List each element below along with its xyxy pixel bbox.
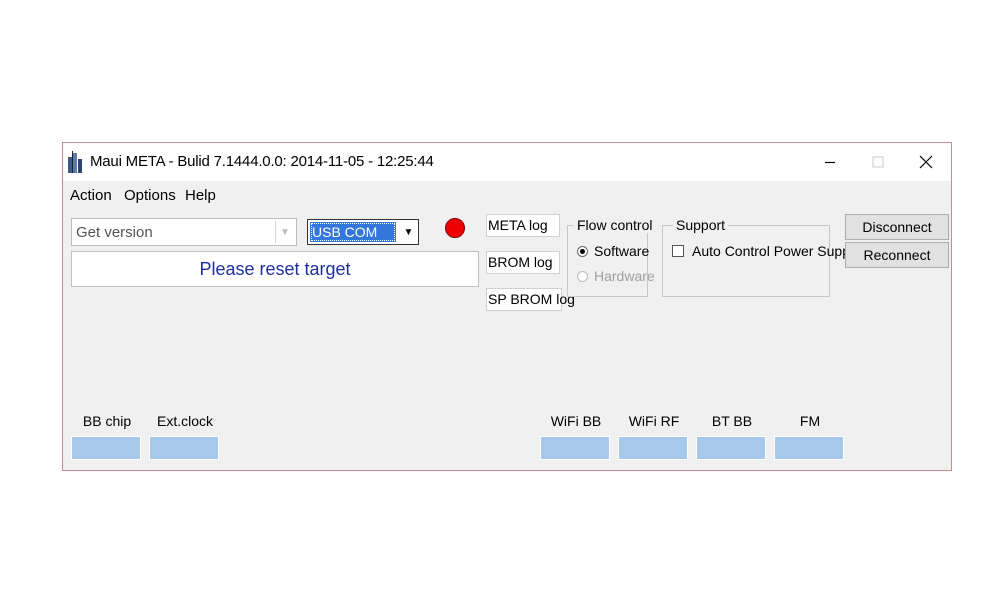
status-message-box: Please reset target <box>71 251 479 287</box>
wifi-bb-field <box>540 436 610 460</box>
minimize-button[interactable] <box>810 147 850 177</box>
auto-control-power-supply-checkbox[interactable]: Auto Control Power Supply <box>672 243 860 259</box>
function-select-value: Get version <box>76 224 153 241</box>
checkbox-indicator <box>672 245 684 257</box>
main-window: Maui META - Bulid 7.1444.0.0: 2014-11-05… <box>62 142 952 471</box>
chevron-down-icon: ▼ <box>403 226 414 238</box>
radio-hardware-label: Hardware <box>594 268 655 284</box>
disconnect-button[interactable]: Disconnect <box>845 214 949 240</box>
bb-chip-field <box>71 436 141 460</box>
radio-software-label: Software <box>594 243 650 259</box>
fm-label: FM <box>799 413 821 429</box>
menu-options[interactable]: Options <box>124 187 176 204</box>
ext-clock-field <box>149 436 219 460</box>
wifi-rf-label: WiFi RF <box>628 413 680 429</box>
close-icon <box>919 155 933 169</box>
sp-brom-log-button[interactable]: SP BROM log <box>486 288 575 311</box>
auto-control-power-supply-label: Auto Control Power Supply <box>692 243 861 259</box>
support-group: Support Auto Control Power Supply <box>662 217 860 297</box>
support-title: Support <box>673 217 729 233</box>
minimize-icon <box>825 161 835 164</box>
port-select-value: USB COM <box>310 222 396 242</box>
maximize-icon <box>872 156 884 168</box>
menu-action[interactable]: Action <box>70 187 112 204</box>
chevron-down-icon: ▼ <box>275 221 294 243</box>
radio-hardware-indicator <box>577 270 588 282</box>
function-select[interactable]: Get version ▼ <box>71 218 297 246</box>
status-message: Please reset target <box>199 259 351 279</box>
reconnect-button[interactable]: Reconnect <box>845 242 949 268</box>
radio-software[interactable]: Software <box>577 243 649 259</box>
window-title: Maui META - Bulid 7.1444.0.0: 2014-11-05… <box>90 153 434 170</box>
bb-chip-label: BB chip <box>82 413 132 429</box>
brom-log-button[interactable]: BROM log <box>486 251 560 274</box>
fm-field <box>774 436 844 460</box>
status-indicator-icon <box>445 218 465 238</box>
flow-control-group: Flow control Software Hardware <box>567 217 656 297</box>
bt-bb-label: BT BB <box>711 413 753 429</box>
maximize-button[interactable] <box>858 147 898 177</box>
title-bar: Maui META - Bulid 7.1444.0.0: 2014-11-05… <box>63 143 951 181</box>
radio-hardware: Hardware <box>577 268 655 284</box>
meta-log-button[interactable]: META log <box>486 214 560 237</box>
port-select[interactable]: USB COM ▼ <box>307 219 419 245</box>
menu-bar: Action Options Help <box>63 182 951 208</box>
wifi-rf-field <box>618 436 688 460</box>
app-icon <box>68 151 82 173</box>
bt-bb-field <box>696 436 766 460</box>
menu-help[interactable]: Help <box>185 187 216 204</box>
ext-clock-label: Ext.clock <box>156 413 213 429</box>
close-button[interactable] <box>906 147 946 177</box>
flow-control-title: Flow control <box>574 217 656 233</box>
wifi-bb-label: WiFi BB <box>550 413 602 429</box>
radio-software-indicator <box>577 245 588 257</box>
